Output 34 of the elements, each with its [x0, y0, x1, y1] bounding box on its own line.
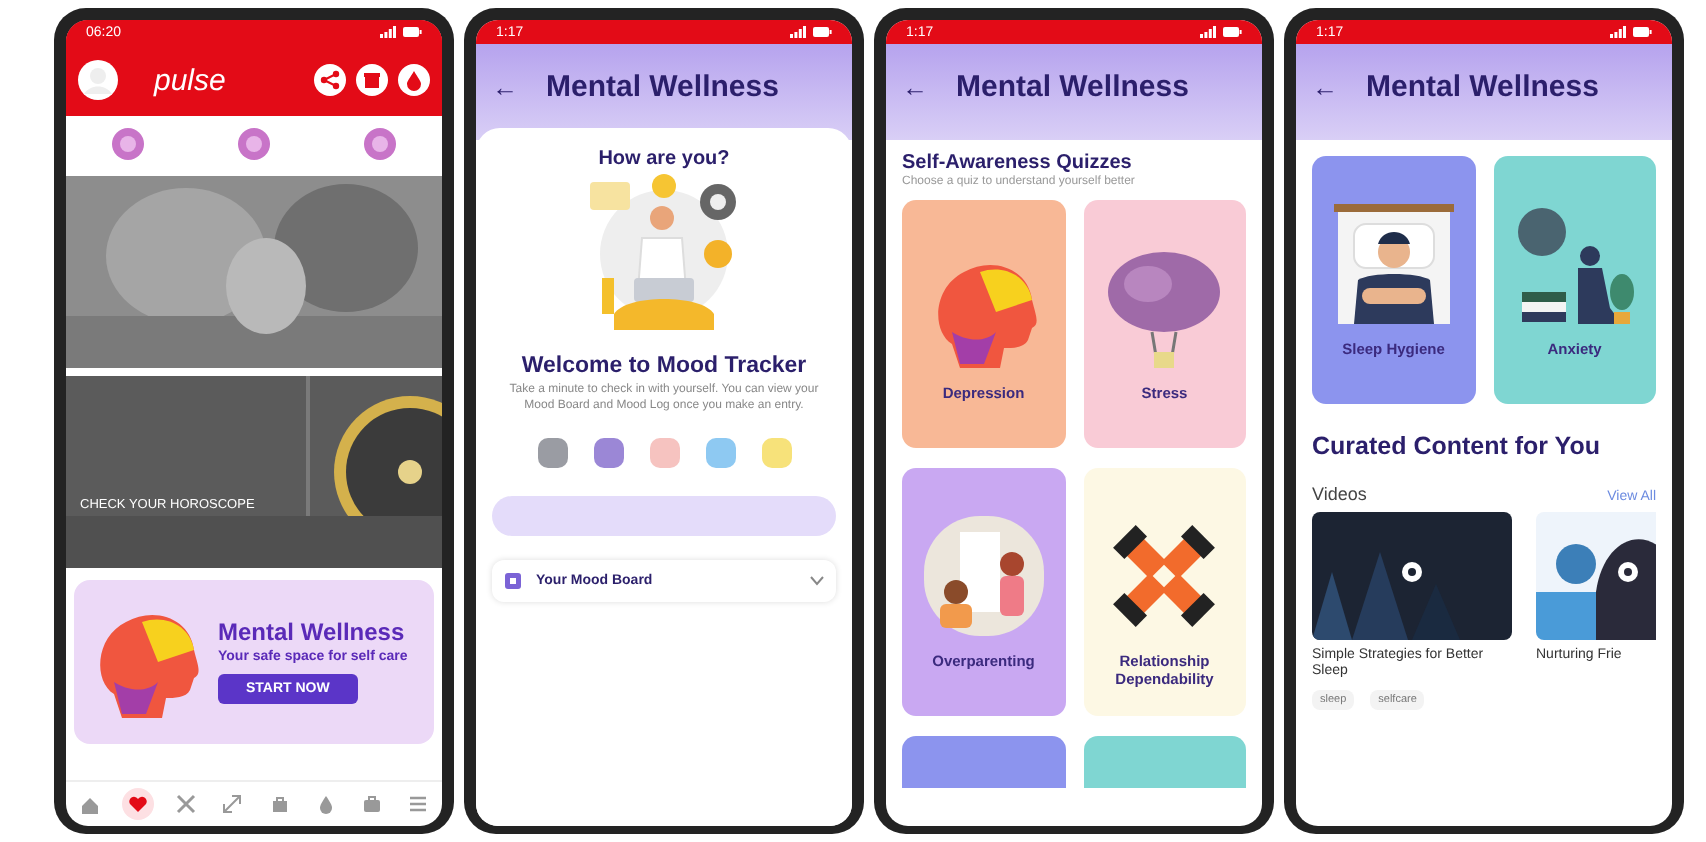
mood-face[interactable] — [593, 438, 623, 469]
section-title: Curated Content for You — [1312, 432, 1602, 460]
back-button[interactable]: ← — [492, 71, 518, 101]
sleeping-person-drawing — [1329, 204, 1458, 328]
battery-icon — [402, 26, 422, 38]
signal-icon — [1200, 26, 1216, 38]
screen-title: Mental Wellness — [546, 69, 779, 103]
share-icon[interactable] — [314, 64, 346, 96]
app-logo: pulse — [154, 63, 226, 97]
avatar-icon[interactable] — [78, 60, 118, 100]
board-icon — [504, 572, 524, 591]
signal-icon — [790, 26, 806, 38]
battery-icon — [812, 26, 832, 38]
back-button[interactable]: ← — [1312, 71, 1338, 101]
gift-icon[interactable] — [356, 64, 388, 96]
mood-face[interactable] — [537, 438, 567, 469]
expand-icon[interactable] — [218, 790, 247, 818]
section-title: Self-Awareness Quizzes — [902, 152, 1134, 174]
drop-icon[interactable] — [398, 64, 430, 96]
battery-icon — [1222, 26, 1242, 38]
battery-icon — [1632, 26, 1652, 38]
mood-face[interactable] — [649, 438, 679, 469]
signal-icon — [1610, 26, 1626, 38]
welcome-heading: Welcome to Mood Tracker — [521, 354, 807, 378]
tools-icon[interactable] — [172, 790, 201, 818]
mood-face[interactable] — [705, 438, 735, 469]
question-text: How are you? — [598, 148, 730, 170]
videos-heading: Videos — [1312, 484, 1367, 504]
screen-title: Mental Wellness — [956, 69, 1189, 103]
promo-title: Mental Wellness — [218, 619, 405, 645]
back-button[interactable]: ← — [902, 71, 928, 101]
signal-icon — [380, 26, 396, 38]
screen-title: Mental Wellness — [1366, 69, 1599, 103]
chevron-icon — [810, 576, 824, 587]
